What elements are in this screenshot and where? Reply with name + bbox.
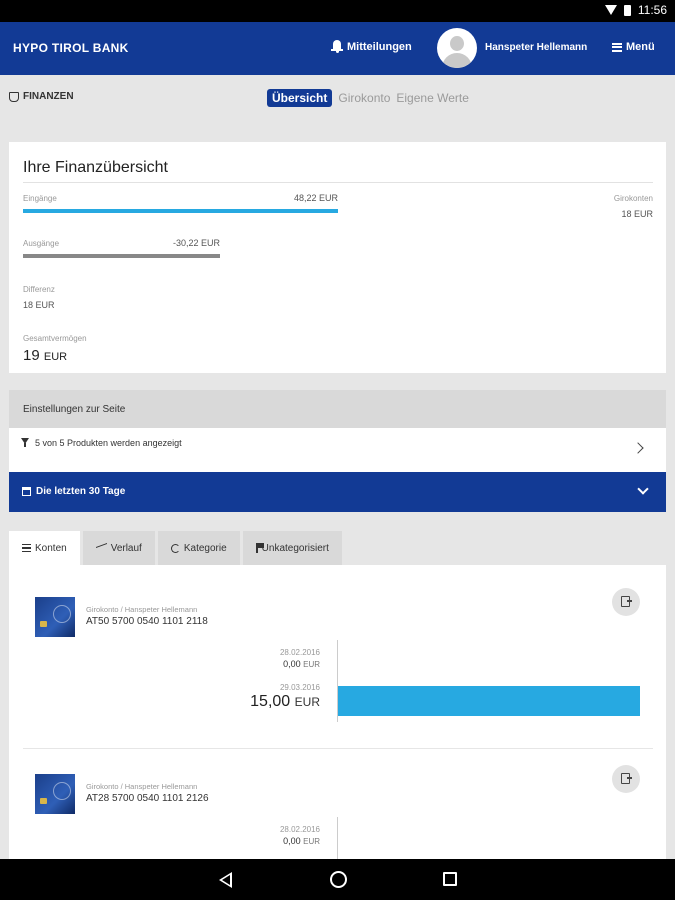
- chevron-down-icon: [637, 483, 649, 495]
- accounts-panel: Girokonto / Hanspeter Hellemann AT50 570…: [9, 565, 666, 859]
- account-value-start: 0,00 EUR: [9, 659, 320, 669]
- brand-logo[interactable]: HYPO TIROL BANK: [13, 41, 129, 55]
- tab-kategorie-label: Kategorie: [183, 542, 227, 554]
- document-export-icon: [621, 596, 632, 607]
- account-date-start: 28.02.2016: [279, 648, 320, 657]
- total-value: 19 EUR: [23, 347, 67, 364]
- account-value-start-currency: EUR: [303, 837, 320, 846]
- export-button[interactable]: [612, 765, 640, 793]
- total-currency: EUR: [43, 351, 68, 363]
- tab-verlauf-label: Verlauf: [110, 542, 142, 554]
- tab-konten-label: Konten: [35, 542, 67, 554]
- account-date-start: 28.02.2016: [279, 825, 320, 834]
- user-name[interactable]: Hanspeter Hellemann: [485, 42, 587, 53]
- products-filter-row[interactable]: 5 von 5 Produkten werden angezeigt: [9, 428, 666, 472]
- tab-verlauf[interactable]: Verlauf: [82, 531, 155, 565]
- account-name: Girokonto / Hanspeter Hellemann: [86, 782, 198, 791]
- difference-label: Differenz: [23, 285, 55, 294]
- balance-bar: [338, 686, 640, 716]
- divider: [23, 182, 653, 183]
- subtab-girokonto[interactable]: Girokonto: [338, 91, 390, 105]
- giro-label: Girokonten: [613, 194, 653, 203]
- account-item[interactable]: Girokonto / Hanspeter Hellemann AT50 570…: [9, 565, 666, 749]
- account-value-start: 0,00 EUR: [9, 836, 320, 846]
- document-export-icon: [621, 773, 632, 784]
- tab-unkategorisiert[interactable]: Unkategorisiert: [242, 531, 342, 565]
- menu-label: Menü: [626, 41, 655, 53]
- recent-apps-icon[interactable]: [443, 872, 457, 886]
- bell-icon: [331, 40, 343, 53]
- period-selector[interactable]: Die letzten 30 Tage: [9, 472, 666, 512]
- refresh-icon: [170, 543, 180, 553]
- avatar[interactable]: [437, 28, 477, 68]
- battery-icon: [623, 4, 631, 16]
- giro-value: 18 EUR: [621, 209, 653, 219]
- shield-icon: [9, 91, 19, 102]
- finance-overview-card: Ihre Finanzübersicht Eingänge 48,22 EUR …: [9, 142, 666, 373]
- subtab-uebersicht[interactable]: Übersicht: [267, 89, 333, 107]
- income-value: 48,22 EUR: [293, 193, 338, 203]
- settings-header-label: Einstellungen zur Seite: [23, 404, 126, 415]
- account-value-start-currency: EUR: [303, 660, 320, 669]
- account-value-start-amount: 0,00: [283, 836, 301, 846]
- bank-card-image: [35, 597, 75, 637]
- account-item[interactable]: Girokonto / Hanspeter Hellemann AT28 570…: [9, 742, 666, 859]
- settings-header: Einstellungen zur Seite: [9, 390, 666, 428]
- section-title-label: FINANZEN: [23, 91, 74, 102]
- overview-title: Ihre Finanzübersicht: [23, 159, 168, 176]
- notifications-button[interactable]: Mitteilungen: [331, 40, 412, 53]
- notifications-label: Mitteilungen: [347, 40, 412, 53]
- expense-bar: [23, 254, 220, 258]
- subtabs: Übersicht Girokonto Eigene Werte: [267, 89, 469, 107]
- account-value-end-amount: 15,00: [250, 693, 291, 710]
- total-amount: 19: [23, 347, 40, 364]
- account-iban: AT28 5700 0540 1101 2126: [86, 793, 209, 804]
- account-value-start-amount: 0,00: [283, 659, 301, 669]
- tab-unkategorisiert-label: Unkategorisiert: [261, 542, 329, 554]
- period-text: Die letzten 30 Tage: [36, 486, 126, 497]
- subtab-eigene-werte[interactable]: Eigene Werte: [396, 91, 469, 105]
- menu-button[interactable]: Menü: [612, 41, 655, 53]
- hamburger-icon: [612, 42, 622, 52]
- difference-value: 18 EUR: [23, 300, 55, 310]
- app-header: HYPO TIROL BANK Mitteilungen Hanspeter H…: [0, 22, 675, 75]
- expense-label: Ausgänge: [23, 239, 60, 248]
- expense-value: -30,22 EUR: [172, 238, 220, 248]
- account-value-end-currency: EUR: [294, 695, 320, 709]
- chart-axis: [337, 817, 338, 859]
- list-icon: [22, 544, 31, 552]
- export-button[interactable]: [612, 588, 640, 616]
- system-nav-bar: [0, 859, 675, 900]
- trend-icon: [95, 542, 107, 554]
- account-iban: AT50 5700 0540 1101 2118: [86, 616, 208, 627]
- chevron-right-icon: [632, 442, 644, 454]
- income-bar: [23, 209, 338, 213]
- flag-icon: [255, 543, 264, 553]
- income-label: Eingänge: [23, 194, 57, 203]
- wifi-icon: [604, 5, 617, 15]
- account-value-end: 15,00 EUR: [9, 693, 320, 711]
- status-time: 11:56: [637, 3, 667, 17]
- account-tabs: Konten Verlauf Kategorie Unkategorisiert: [9, 531, 342, 565]
- status-bar: 11:56: [0, 0, 675, 22]
- products-filter-text: 5 von 5 Produkten werden angezeigt: [35, 438, 182, 448]
- calendar-icon: [22, 487, 31, 496]
- account-name: Girokonto / Hanspeter Hellemann: [86, 605, 198, 614]
- account-date-end: 29.03.2016: [279, 683, 320, 692]
- back-icon[interactable]: [219, 872, 232, 888]
- bank-card-image: [35, 774, 75, 814]
- tab-konten[interactable]: Konten: [9, 531, 80, 565]
- tab-kategorie[interactable]: Kategorie: [157, 531, 240, 565]
- filter-icon-stem: [24, 443, 26, 447]
- home-icon[interactable]: [330, 871, 347, 888]
- total-label: Gesamtvermögen: [23, 334, 87, 343]
- section-title: FINANZEN: [9, 91, 74, 102]
